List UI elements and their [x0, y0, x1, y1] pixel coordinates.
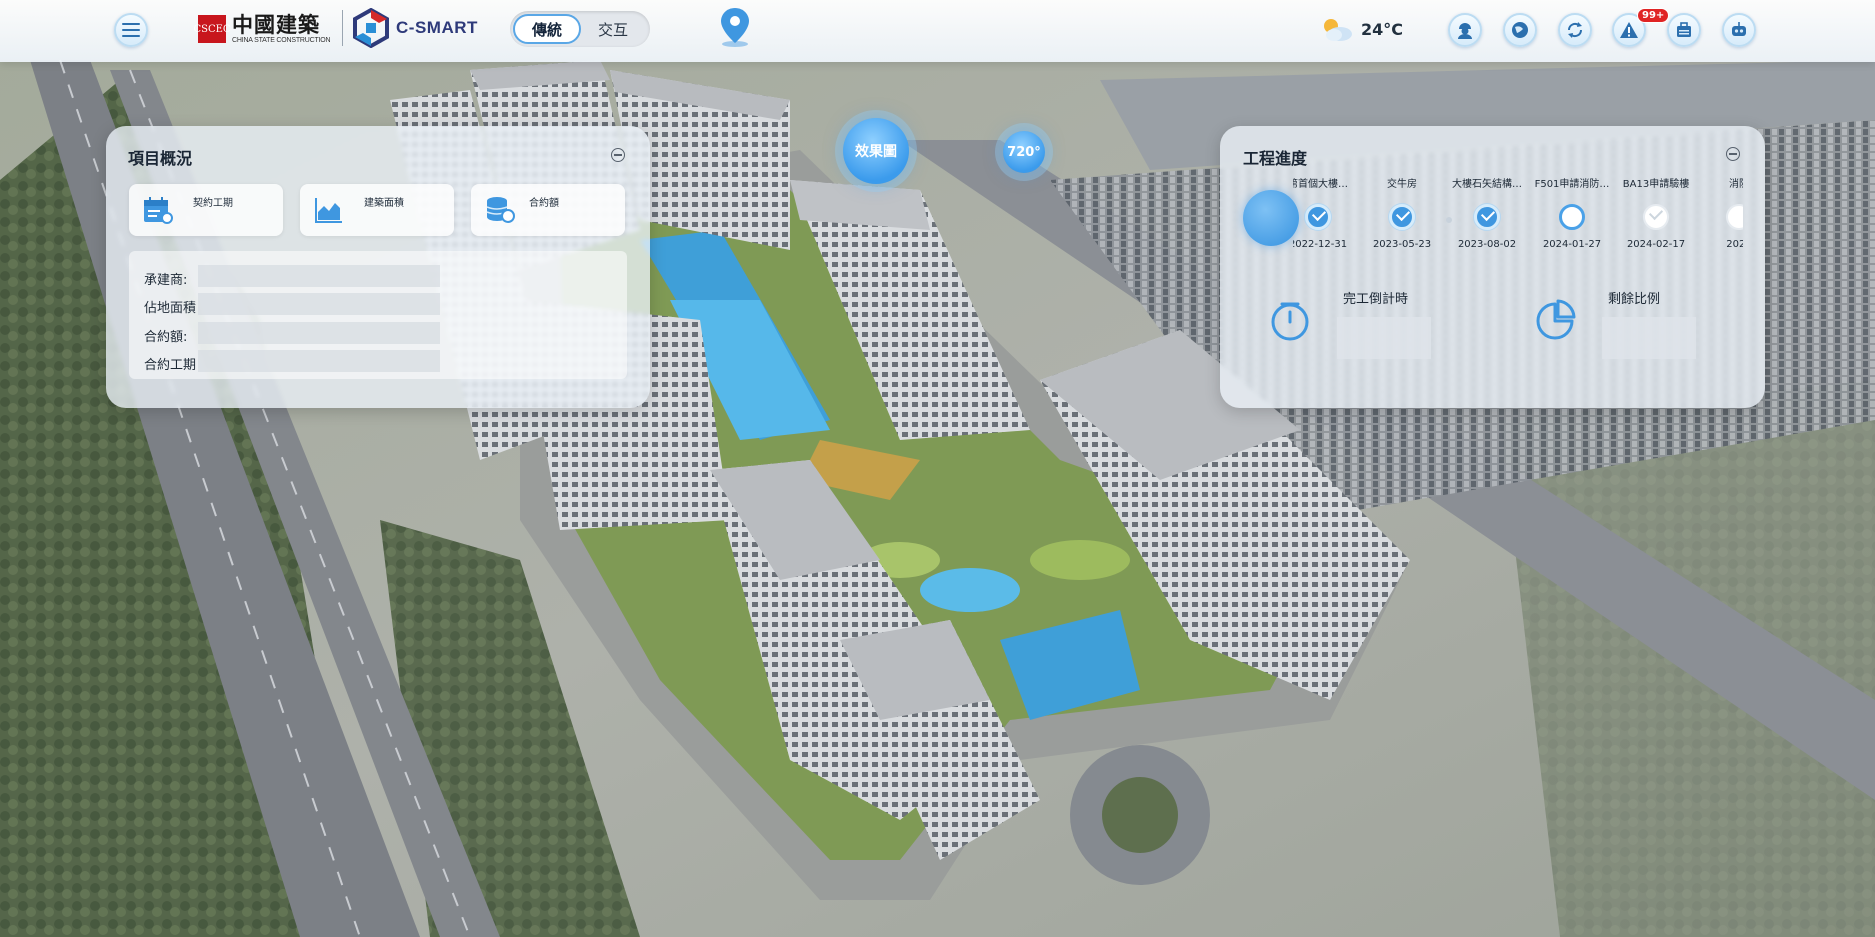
milestone-date: 2023-05-23 [1372, 239, 1432, 250]
briefcase-icon [1677, 22, 1691, 37]
milestone-done-icon [1389, 204, 1415, 230]
kpi-building-area[interactable]: 建築面積 [300, 184, 454, 236]
pie-icon [1536, 299, 1576, 340]
cscec-seal: CSCEC [193, 15, 231, 43]
worker-button[interactable] [1448, 13, 1482, 47]
progress-collapse-icon[interactable] [1726, 147, 1740, 161]
countdown-value [1337, 317, 1431, 359]
project-progress-title: 工程進度 [1243, 149, 1308, 168]
contractor-value [198, 265, 440, 287]
globe-button[interactable] [1503, 13, 1537, 47]
timeline-scroll-handle[interactable] [1243, 190, 1299, 246]
milestone-current-icon [1559, 204, 1585, 230]
worker-icon [1458, 23, 1472, 39]
milestone-pending-icon [1726, 204, 1743, 230]
milestone-item[interactable]: 交牛房 2023-05-23 [1361, 178, 1443, 250]
calendar-icon [144, 197, 173, 224]
weather-widget: 24°C [1319, 12, 1403, 46]
remaining-ratio-value [1602, 317, 1696, 359]
milestone-date: 2024-02-17 [1626, 239, 1686, 250]
site-area-label: 佔地面積 [144, 301, 197, 316]
temperature: 24°C [1361, 19, 1404, 39]
contract-amount-value [198, 322, 440, 344]
robot-button[interactable] [1722, 13, 1756, 47]
area-chart-icon [315, 198, 342, 223]
partly-cloudy-icon [1324, 19, 1352, 41]
milestone-date: 2023-08-02 [1457, 239, 1517, 250]
milestone-done-icon [1305, 204, 1331, 230]
kpi-contract-amount-label: 合約額 [529, 198, 559, 209]
product-name: C-SMART [396, 18, 478, 37]
mode-interactive[interactable]: 交互 [579, 14, 647, 44]
cscec-logo: CSCEC 中國建築 CHINA STATE CONSTRUCTION [193, 12, 331, 46]
mode-toggle: 傳統 交互 [510, 11, 650, 47]
milestone-date: 2024 [1726, 239, 1743, 250]
top-bar: CSCEC 中國建築 CHINA STATE CONSTRUCTION C-SM… [0, 0, 1875, 62]
milestone-timeline[interactable]: 第首個大樓… 2022-12-31 交牛房 2023-05-23 大樓石矢結構…… [1293, 178, 1743, 262]
sync-icon [1567, 22, 1583, 38]
milestone-date: 2022-12-31 [1293, 239, 1348, 250]
menu-button[interactable] [114, 13, 148, 47]
csmart-logo: C-SMART [352, 6, 478, 50]
contract-period-value [198, 350, 440, 372]
milestone-name: 第首個大樓… [1293, 179, 1348, 190]
milestone-item[interactable]: F501申請消防… 2024-01-27 [1531, 178, 1613, 250]
brand-name-cn: 中國建築 [232, 12, 320, 37]
alert-badge: 99+ [1637, 8, 1670, 23]
milestone-name: BA13申請驗樓 [1622, 179, 1690, 190]
kpi-contract-amount[interactable]: 合約額 [471, 184, 625, 236]
location-button[interactable] [718, 6, 752, 52]
milestone-name: 交牛房 [1387, 179, 1417, 190]
site-area-value [198, 293, 440, 315]
globe-icon [1512, 22, 1528, 38]
milestone-name: F501申請消防… [1534, 179, 1610, 190]
timeline-connector [1446, 217, 1452, 223]
milestone-item[interactable]: 大樓石矢結構… 2023-08-02 [1446, 178, 1528, 250]
briefcase-button[interactable] [1667, 13, 1701, 47]
kpi-building-area-label: 建築面積 [364, 198, 404, 209]
milestone-name: 消防 [1729, 179, 1743, 190]
contractor-label: 承建商: [144, 273, 188, 288]
project-overview-title: 項目概況 [128, 149, 193, 168]
overview-collapse-icon[interactable] [611, 148, 625, 162]
contract-period-label: 合約工期 [144, 358, 197, 373]
kpi-contract-period-label: 契約工期 [193, 198, 233, 209]
sync-button[interactable] [1558, 13, 1592, 47]
menu-icon [122, 23, 140, 37]
mode-traditional[interactable]: 傳統 [513, 14, 581, 44]
robot-icon [1732, 22, 1746, 36]
milestone-item[interactable]: BA13申請驗樓 2024-02-17 [1615, 178, 1697, 250]
remaining-ratio-label: 剩餘比例 [1608, 292, 1661, 307]
render-view-button[interactable]: 效果圖 [843, 118, 909, 184]
logo-divider [342, 10, 343, 46]
location-pin-icon [721, 8, 749, 47]
milestone-name: 大樓石矢結構… [1452, 179, 1522, 190]
milestone-date: 2024-01-27 [1542, 239, 1602, 250]
database-icon [486, 197, 515, 223]
milestone-item[interactable]: 第首個大樓… 2022-12-31 [1293, 178, 1359, 250]
csmart-hex-icon [353, 8, 389, 48]
brand-name-en: CHINA STATE CONSTRUCTION [232, 37, 331, 44]
milestone-done-icon [1474, 204, 1500, 230]
timer-icon [1271, 302, 1309, 341]
alert-icon [1620, 22, 1638, 38]
milestone-pending-icon [1643, 204, 1669, 230]
contract-amount-label: 合約額: [144, 330, 188, 345]
panorama-720-button[interactable]: 720° [1003, 131, 1045, 173]
milestone-item[interactable]: 消防 2024 [1698, 178, 1743, 250]
kpi-contract-period[interactable]: 契約工期 [129, 184, 283, 236]
countdown-label: 完工倒計時 [1343, 292, 1409, 307]
